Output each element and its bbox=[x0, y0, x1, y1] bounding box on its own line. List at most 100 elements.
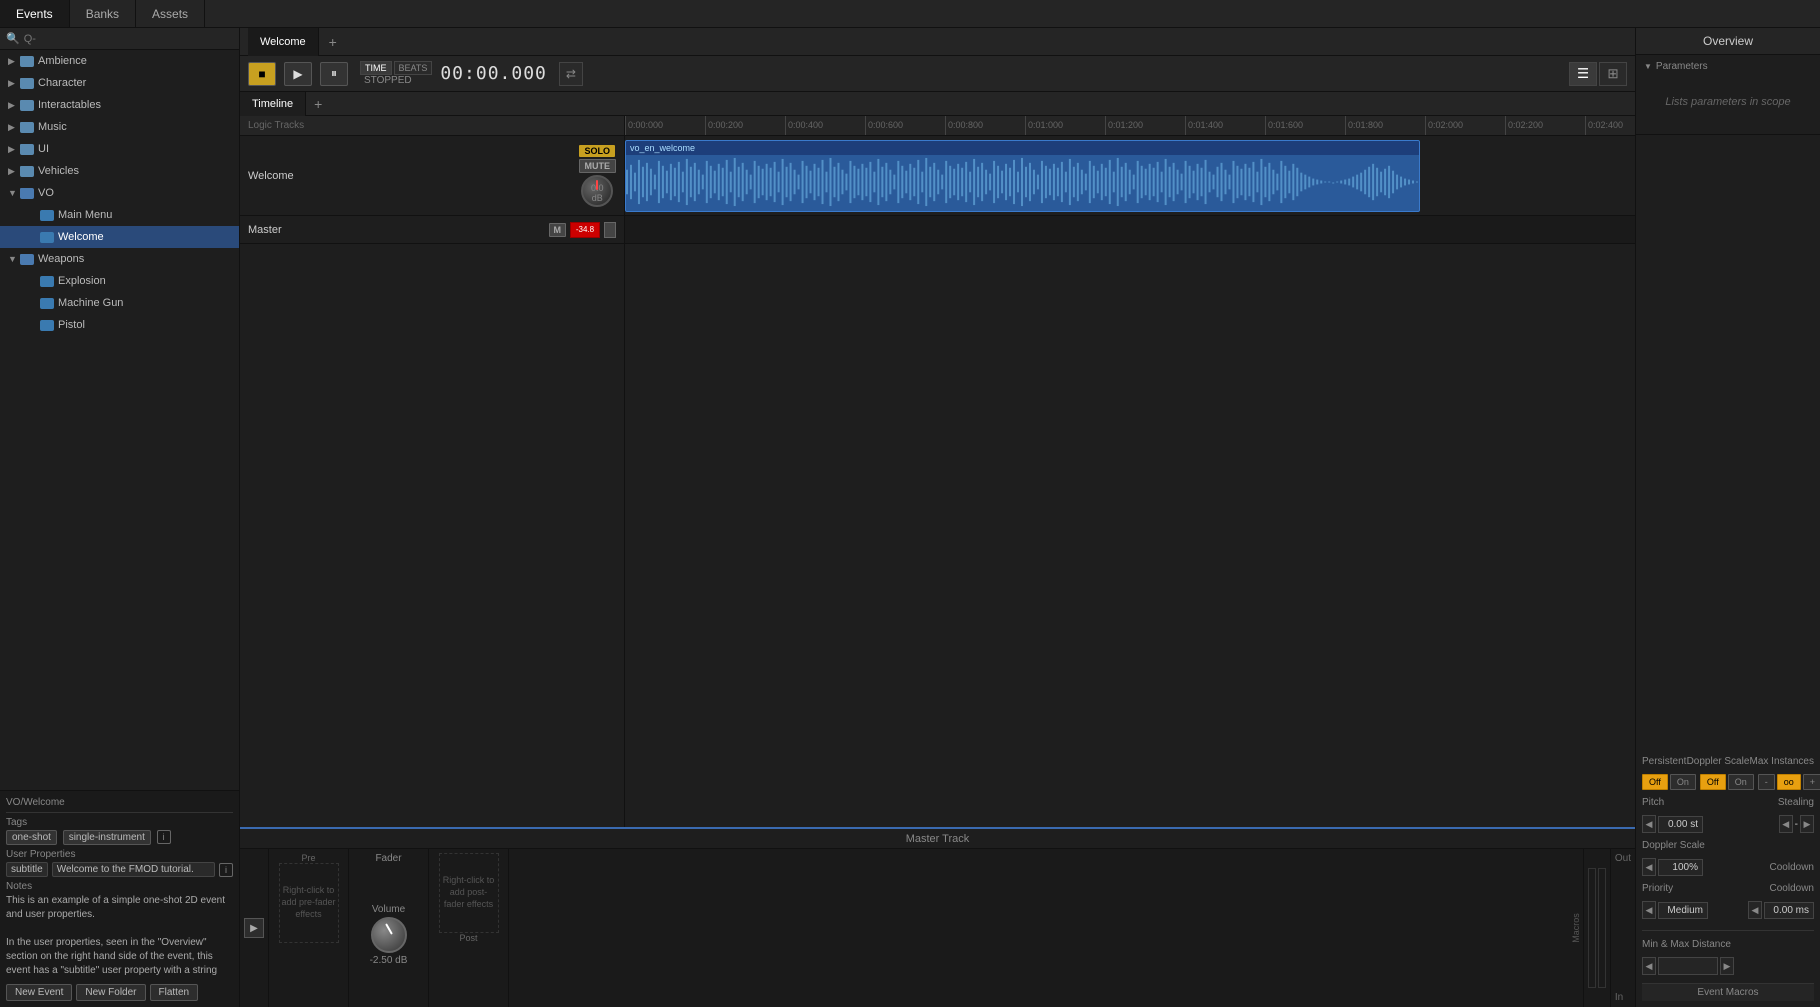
tag-one-shot[interactable]: one-shot bbox=[6, 830, 57, 845]
sidebar-item-label: Music bbox=[38, 121, 67, 133]
stealing-label: Stealing bbox=[1778, 797, 1814, 808]
doppler-toggle-group: Off On bbox=[1700, 774, 1754, 790]
user-prop-info-icon[interactable]: i bbox=[219, 863, 233, 877]
pre-fader-strip: Right-click to add pre-fader effects bbox=[279, 863, 339, 943]
sidebar-item-music[interactable]: ▶ Music bbox=[0, 116, 239, 138]
persistent-off-button[interactable]: Off bbox=[1642, 774, 1668, 790]
sidebar-item-pistol[interactable]: ▶ Pistol bbox=[0, 314, 239, 336]
doppler-scale-decrement[interactable]: ◀ bbox=[1642, 858, 1656, 876]
post-fader-strip: Right-click to add post-fader effects bbox=[439, 853, 499, 933]
db-label: 0.0 dB bbox=[589, 183, 605, 203]
event-header: Welcome + bbox=[240, 28, 1635, 56]
solo-button[interactable]: SOLO bbox=[579, 145, 615, 157]
tab-assets[interactable]: Assets bbox=[136, 0, 205, 27]
transport-bar: ■ ▶ ⏸ TIME BEATS STOPPED 00:00.000 ⇄ ☰ ⊞ bbox=[240, 56, 1635, 92]
sidebar-item-label: VO bbox=[38, 187, 54, 199]
timeline-tab-add[interactable]: + bbox=[306, 96, 330, 112]
pitch-input[interactable] bbox=[1658, 816, 1703, 833]
sidebar-item-interactables[interactable]: ▶ Interactables bbox=[0, 94, 239, 116]
arrow-icon: ▼ bbox=[8, 254, 20, 264]
min-distance-input[interactable] bbox=[1658, 957, 1718, 975]
max-instances-plus[interactable]: + bbox=[1803, 774, 1820, 790]
folder-icon bbox=[20, 254, 34, 265]
pitch-label: Pitch bbox=[1642, 797, 1664, 808]
master-fader-handle[interactable] bbox=[604, 222, 616, 238]
folder-icon bbox=[20, 100, 34, 111]
stop-button[interactable]: ■ bbox=[248, 62, 276, 86]
pitch-decrement[interactable]: ◀ bbox=[1642, 815, 1656, 833]
sidebar-item-welcome[interactable]: ▶ Welcome bbox=[0, 226, 239, 248]
cooldown-decrement[interactable]: ◀ bbox=[1748, 901, 1762, 919]
tab-events[interactable]: Events bbox=[0, 0, 70, 27]
doppler-off-button[interactable]: Off bbox=[1700, 774, 1726, 790]
time-mode-time[interactable]: TIME bbox=[360, 61, 392, 75]
vu-meters-area bbox=[1583, 849, 1610, 1007]
search-input[interactable] bbox=[24, 33, 233, 45]
search-icon: 🔍 bbox=[6, 32, 20, 45]
pause-button[interactable]: ⏸ bbox=[320, 62, 348, 86]
max-instances-val[interactable]: oo bbox=[1777, 774, 1801, 790]
persistent-on-button[interactable]: On bbox=[1670, 774, 1696, 790]
tag-single-instrument[interactable]: single-instrument bbox=[63, 830, 151, 845]
post-fader-hint: Right-click to add post-fader effects bbox=[440, 875, 498, 910]
cooldown-label: Cooldown bbox=[1770, 862, 1814, 873]
sidebar-item-character[interactable]: ▶ Character bbox=[0, 72, 239, 94]
sidebar-item-explosion[interactable]: ▶ Explosion bbox=[0, 270, 239, 292]
arrow-icon: ▶ bbox=[8, 56, 20, 67]
priority-decrement[interactable]: ◀ bbox=[1642, 901, 1656, 919]
tab-timeline[interactable]: Timeline bbox=[240, 92, 306, 116]
play-button[interactable]: ▶ bbox=[284, 62, 312, 86]
priority-label-row: Priority Cooldown bbox=[1642, 883, 1814, 894]
mute-button[interactable]: MUTE bbox=[579, 159, 617, 173]
mixer-play-button[interactable]: ▶ bbox=[244, 918, 264, 938]
fader-label: Fader bbox=[375, 853, 401, 864]
stealing-increment[interactable]: ▶ bbox=[1800, 815, 1814, 833]
tags-info-icon[interactable]: i bbox=[157, 830, 171, 844]
doppler-label: Doppler Scale bbox=[1687, 756, 1750, 767]
tab-banks[interactable]: Banks bbox=[70, 0, 136, 27]
tab-welcome[interactable]: Welcome bbox=[248, 28, 319, 56]
volume-knob-area: 0.0 dB bbox=[581, 175, 613, 207]
new-folder-button[interactable]: New Folder bbox=[76, 984, 145, 1001]
time-mode-beats[interactable]: BEATS bbox=[394, 61, 433, 75]
master-waveform-track bbox=[625, 216, 1635, 244]
min-dist-decrement[interactable]: ◀ bbox=[1642, 957, 1656, 975]
max-dist-increment[interactable]: ▶ bbox=[1720, 957, 1734, 975]
doppler-on-button[interactable]: On bbox=[1728, 774, 1754, 790]
grid-view-button[interactable]: ⊞ bbox=[1599, 62, 1627, 86]
master-track-name: Master bbox=[248, 224, 545, 236]
stealing-input-area: ◀ - ▶ bbox=[1779, 815, 1814, 833]
pitch-stealing-values-row: ◀ ◀ - ▶ bbox=[1642, 815, 1814, 833]
sidebar-item-machine-gun[interactable]: ▶ Machine Gun bbox=[0, 292, 239, 314]
overview-header: Overview bbox=[1636, 28, 1820, 55]
stealing-decrement[interactable]: ◀ bbox=[1779, 815, 1793, 833]
sidebar-item-main-menu[interactable]: ▶ Main Menu bbox=[0, 204, 239, 226]
master-track-label: Master Track bbox=[240, 829, 1635, 849]
doppler-scale-input[interactable] bbox=[1658, 859, 1703, 876]
sidebar-item-label: Pistol bbox=[58, 319, 85, 331]
sidebar-item-vo[interactable]: ▼ VO bbox=[0, 182, 239, 204]
sidebar-item-ambience[interactable]: ▶ Ambience bbox=[0, 50, 239, 72]
cooldown-input[interactable] bbox=[1764, 902, 1814, 919]
ruler-tick: 0:00:800 bbox=[945, 116, 983, 135]
view-buttons: ☰ ⊞ bbox=[1569, 62, 1627, 86]
fader-volume-knob[interactable] bbox=[371, 917, 407, 953]
sidebar-item-ui[interactable]: ▶ UI bbox=[0, 138, 239, 160]
max-instances-dash[interactable]: - bbox=[1758, 774, 1775, 790]
list-view-button[interactable]: ☰ bbox=[1569, 62, 1597, 86]
event-icon bbox=[40, 232, 54, 243]
tab-add-button[interactable]: + bbox=[319, 34, 347, 50]
priority-input[interactable] bbox=[1658, 902, 1708, 919]
sidebar-item-label: UI bbox=[38, 143, 49, 155]
new-event-button[interactable]: New Event bbox=[6, 984, 72, 1001]
audio-clip-welcome[interactable]: vo_en_welcome bbox=[625, 140, 1420, 212]
arrow-icon: ▶ bbox=[8, 144, 20, 155]
event-icon bbox=[40, 276, 54, 287]
sidebar-item-vehicles[interactable]: ▶ Vehicles bbox=[0, 160, 239, 182]
mixer-channel-post: Right-click to add post-fader effects Po… bbox=[429, 849, 509, 1007]
sidebar-item-label: Interactables bbox=[38, 99, 101, 111]
loop-button[interactable]: ⇄ bbox=[559, 62, 583, 86]
flatten-button[interactable]: Flatten bbox=[150, 984, 199, 1001]
sidebar-item-weapons[interactable]: ▼ Weapons bbox=[0, 248, 239, 270]
master-mute-button[interactable]: M bbox=[549, 223, 567, 237]
